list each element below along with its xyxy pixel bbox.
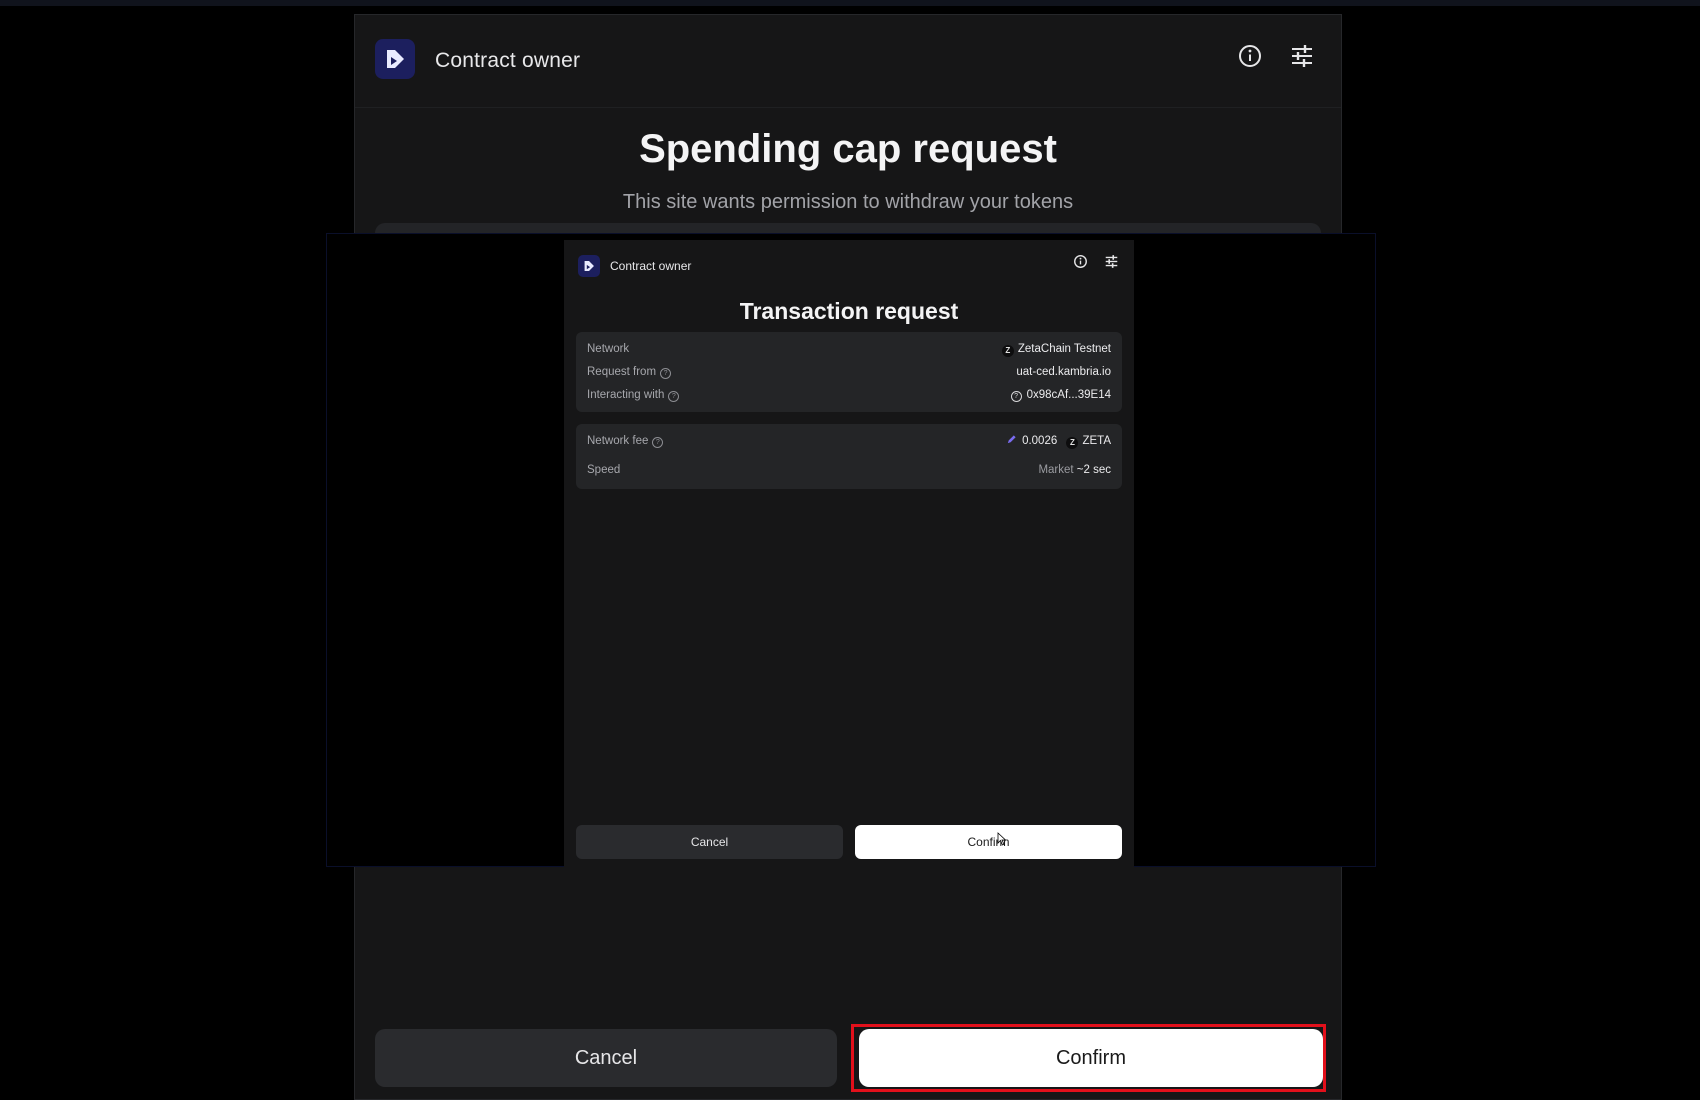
interacting-with-label: Interacting with	[587, 389, 665, 401]
confirm-highlight-box	[851, 1024, 1326, 1092]
popup-header: Contract owner	[355, 15, 1341, 108]
fee-card: Network fee? 0.0026 Z ZETA Speed Market ~…	[576, 424, 1122, 489]
zeta-token-icon: Z	[1066, 437, 1079, 449]
help-icon[interactable]: ?	[652, 437, 664, 448]
transaction-details-card: Network Z ZetaChain Testnet Request from?…	[576, 332, 1122, 412]
network-row: Network Z ZetaChain Testnet	[587, 341, 1111, 357]
network-fee-label: Network fee	[587, 435, 649, 447]
help-icon[interactable]: ?	[660, 368, 672, 379]
edit-pencil-icon[interactable]	[1006, 434, 1017, 445]
zetachain-icon: Z	[1001, 345, 1014, 357]
network-fee-row: Network fee? 0.0026 Z ZETA	[587, 433, 1111, 449]
inner-popup-title: Contract owner	[610, 259, 692, 273]
popup-title: Contract owner	[435, 49, 581, 72]
help-icon[interactable]: ?	[668, 391, 680, 402]
request-from-row: Request from? uat-ced.kambria.io	[587, 364, 1111, 380]
confirm-button[interactable]: Confirm	[855, 825, 1122, 859]
speed-row: Speed Market ~2 sec	[587, 462, 1111, 478]
speed-mode: Market	[1038, 464, 1074, 476]
page-subtitle: This site wants permission to withdraw y…	[622, 191, 1074, 213]
cancel-button[interactable]: Cancel	[375, 1029, 837, 1087]
speed-time: ~2 sec	[1076, 464, 1111, 476]
contract-address[interactable]: 0x98cAf...39E14	[1027, 389, 1111, 401]
transaction-request-popup: Contract owner Transaction request Netwo…	[564, 240, 1134, 867]
settings-sliders-icon[interactable]	[1289, 43, 1315, 69]
network-fee-token: ZETA	[1082, 435, 1111, 447]
settings-sliders-icon[interactable]	[1104, 254, 1119, 269]
request-from-label: Request from	[587, 366, 657, 378]
info-icon[interactable]	[1237, 43, 1263, 69]
info-icon[interactable]	[1073, 254, 1088, 269]
app-logo-icon	[375, 39, 415, 79]
unknown-contract-icon: ?	[1010, 391, 1022, 402]
mouse-cursor-icon	[997, 832, 1007, 846]
network-fee-amount: 0.0026	[1022, 435, 1058, 447]
network-label: Network	[587, 343, 630, 355]
speed-label: Speed	[587, 464, 621, 476]
request-from-value: uat-ced.kambria.io	[1016, 366, 1111, 378]
cancel-button[interactable]: Cancel	[576, 825, 843, 859]
transaction-title: Transaction request	[739, 298, 959, 324]
window-top-bar	[0, 0, 1700, 6]
interacting-with-row: Interacting with? ? 0x98cAf...39E14	[587, 387, 1111, 403]
inner-popup-header: Contract owner	[564, 240, 1134, 290]
network-value: ZetaChain Testnet	[1017, 343, 1111, 355]
page-title: Spending cap request	[639, 127, 1057, 171]
app-logo-icon	[578, 255, 600, 277]
